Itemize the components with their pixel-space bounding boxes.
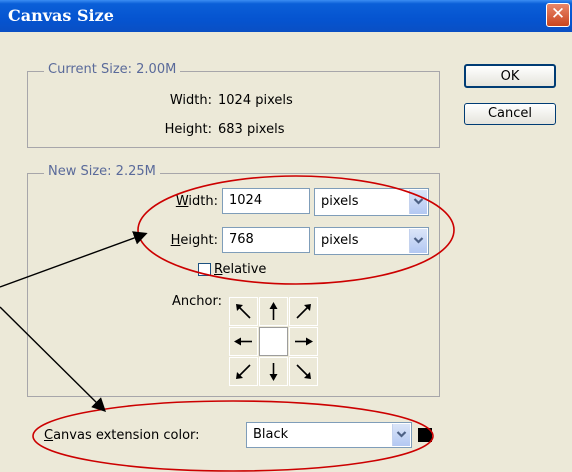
width-unit-select[interactable]: pixels [314, 188, 429, 216]
anchor-bottom[interactable] [259, 357, 288, 386]
close-icon: ✕ [550, 4, 566, 24]
ok-button[interactable]: OK [464, 64, 556, 88]
anchor-grid [229, 297, 319, 387]
anchor-top-left[interactable] [229, 297, 258, 326]
anchor-label: Anchor: [172, 294, 222, 309]
width-input[interactable]: 1024 [222, 188, 310, 214]
arrow-down-left-icon [236, 364, 251, 379]
chevron-down-icon[interactable] [409, 190, 427, 214]
arrow-left-icon [234, 337, 252, 346]
extension-color-select[interactable]: Black [246, 422, 412, 448]
current-height-label: Height: [164, 122, 212, 137]
anchor-top-right[interactable] [289, 297, 318, 326]
canvas-size-dialog: Canvas Size ✕ Current Size: 2.00M Width:… [0, 0, 572, 472]
current-size-label: Current Size: 2.00M [44, 62, 181, 77]
current-width-value: 1024 pixels [218, 93, 293, 108]
arrow-down-icon [269, 363, 278, 381]
new-height-label: Height: [170, 233, 218, 248]
anchor-left[interactable] [229, 327, 258, 356]
arrow-up-left-icon [236, 304, 251, 319]
current-width-label: Width: [169, 93, 212, 108]
height-unit-select[interactable]: pixels [314, 227, 429, 255]
new-size-label: New Size: 2.25M [44, 164, 160, 179]
title-bar: Canvas Size ✕ [0, 0, 572, 32]
close-button[interactable]: ✕ [546, 3, 570, 27]
anchor-right[interactable] [289, 327, 318, 356]
current-height-value: 683 pixels [218, 122, 285, 137]
relative-label[interactable]: Relative [214, 262, 266, 277]
anchor-center[interactable] [259, 327, 288, 356]
chevron-down-icon[interactable] [392, 424, 410, 446]
arrow-up-icon [269, 302, 278, 320]
anchor-bottom-left[interactable] [229, 357, 258, 386]
height-input[interactable]: 768 [222, 227, 310, 253]
arrow-right-icon [295, 337, 313, 346]
new-width-label: Width: [175, 194, 218, 209]
chevron-down-icon[interactable] [409, 229, 427, 253]
arrow-down-right-icon [296, 364, 311, 379]
dialog-title: Canvas Size [8, 6, 114, 25]
extension-color-swatch[interactable] [418, 428, 432, 442]
relative-checkbox[interactable] [198, 263, 211, 276]
anchor-bottom-right[interactable] [289, 357, 318, 386]
arrow-up-right-icon [296, 304, 311, 319]
anchor-top[interactable] [259, 297, 288, 326]
cancel-button[interactable]: Cancel [464, 103, 556, 125]
extension-color-label: Canvas extension color: [44, 428, 200, 443]
